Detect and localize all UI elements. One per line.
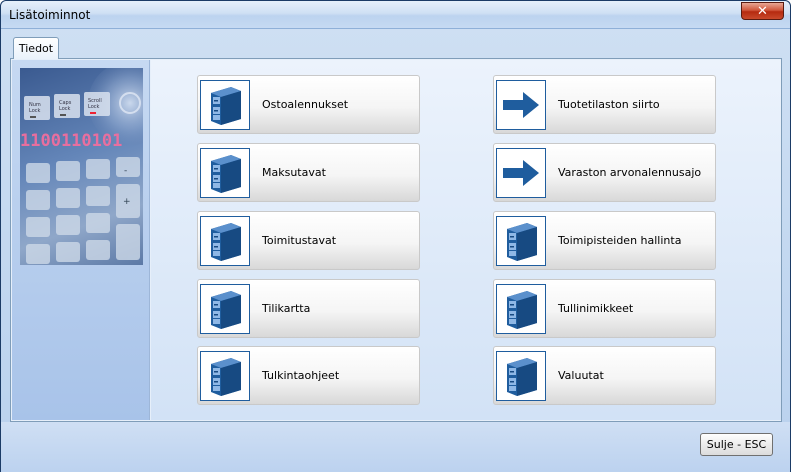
cabinet-icon bbox=[200, 80, 250, 130]
close-esc-button[interactable]: Sulje - ESC bbox=[700, 433, 773, 456]
arrow-right-icon bbox=[496, 148, 546, 198]
footer-bar bbox=[1, 422, 790, 472]
arrow-right-icon bbox=[496, 80, 546, 130]
svg-text:+: + bbox=[123, 197, 131, 207]
button-label: Maksutavat bbox=[262, 166, 326, 179]
toimitustavat-button[interactable]: Toimitustavat bbox=[197, 211, 420, 270]
tulkintaohjeet-button[interactable]: Tulkintaohjeet bbox=[197, 346, 420, 405]
toimipisteiden-hallinta-button[interactable]: Toimipisteiden hallinta bbox=[493, 211, 716, 270]
window-close-button[interactable]: ✕ bbox=[741, 2, 784, 20]
cabinet-icon bbox=[496, 216, 546, 266]
function-grid: Ostoalennukset Maksutavat Toimitustavat … bbox=[151, 60, 781, 420]
tab-panel: Num Lock Caps Lock Scroll Lock 110011010… bbox=[10, 58, 782, 422]
cabinet-icon bbox=[496, 351, 546, 401]
button-label: Tilikartta bbox=[262, 302, 311, 315]
close-esc-label: Sulje - ESC bbox=[706, 438, 767, 451]
cabinet-icon bbox=[200, 284, 250, 334]
keyboard-illustration: Num Lock Caps Lock Scroll Lock 110011010… bbox=[20, 68, 143, 264]
button-label: Tullinimikkeet bbox=[558, 302, 634, 315]
tullinimikkeet-button[interactable]: Tullinimikkeet bbox=[493, 279, 716, 338]
dialog-window: Lisätoiminnot ✕ Tiedot Num Lock Caps Loc… bbox=[0, 0, 791, 472]
keyboard-image: Num Lock Caps Lock Scroll Lock 110011010… bbox=[20, 68, 143, 265]
tuotetilaston-siirto-button[interactable]: Tuotetilaston siirto bbox=[493, 75, 716, 134]
maksutavat-button[interactable]: Maksutavat bbox=[197, 143, 420, 202]
svg-text:-: - bbox=[124, 166, 127, 176]
title-bar[interactable]: Lisätoiminnot ✕ bbox=[1, 1, 790, 29]
tab-tiedot[interactable]: Tiedot bbox=[13, 37, 59, 59]
window-title: Lisätoiminnot bbox=[9, 8, 91, 22]
svg-text:Lock: Lock bbox=[59, 106, 71, 112]
button-label: Ostoalennukset bbox=[262, 98, 349, 111]
svg-text:Lock: Lock bbox=[29, 108, 41, 114]
valuutat-button[interactable]: Valuutat bbox=[493, 346, 716, 405]
button-label: Valuutat bbox=[558, 369, 604, 382]
tab-label: Tiedot bbox=[18, 42, 54, 55]
cabinet-icon bbox=[496, 284, 546, 334]
button-label: Tuotetilaston siirto bbox=[558, 98, 660, 111]
button-label: Tulkintaohjeet bbox=[262, 369, 340, 382]
ostoalennukset-button[interactable]: Ostoalennukset bbox=[197, 75, 420, 134]
side-panel: Num Lock Caps Lock Scroll Lock 110011010… bbox=[12, 60, 150, 420]
button-label: Varaston arvonalennusajo bbox=[558, 166, 702, 179]
cabinet-icon bbox=[200, 216, 250, 266]
varaston-arvonalennusajo-button[interactable]: Varaston arvonalennusajo bbox=[493, 143, 716, 202]
cabinet-icon bbox=[200, 148, 250, 198]
svg-text:Lock: Lock bbox=[88, 104, 100, 110]
binary-text: 1100110101 bbox=[20, 131, 122, 151]
tilikartta-button[interactable]: Tilikartta bbox=[197, 279, 420, 338]
button-label: Toimipisteiden hallinta bbox=[558, 234, 682, 247]
close-icon: ✕ bbox=[757, 3, 768, 19]
button-label: Toimitustavat bbox=[262, 234, 337, 247]
cabinet-icon bbox=[200, 351, 250, 401]
